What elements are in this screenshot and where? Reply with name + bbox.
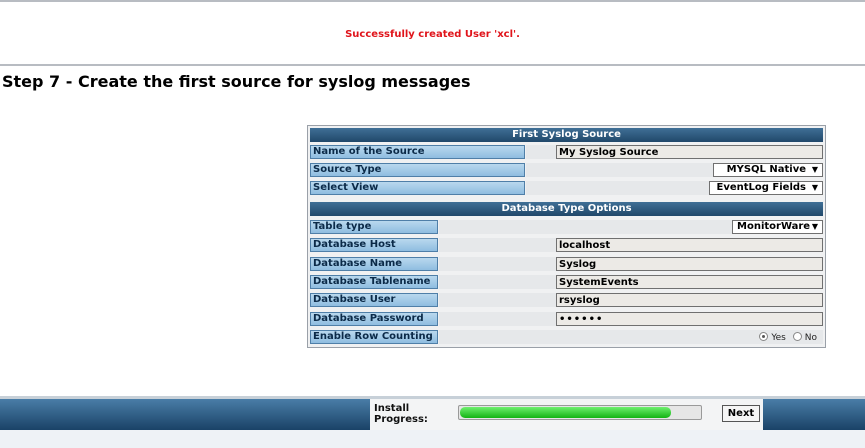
step-title: Step 7 - Create the first source for sys… (2, 72, 471, 91)
progress-track (458, 405, 702, 420)
source-name-input[interactable] (556, 145, 823, 159)
success-message: Successfully created User 'xcl'. (345, 29, 520, 40)
db-name-label: Database Name (310, 257, 438, 271)
chevron-down-icon: ▼ (811, 183, 818, 192)
progress-label-line1: Install (374, 403, 410, 414)
progress-label-line2: Progress: (374, 414, 428, 425)
table-type-select[interactable]: MonitorWare ▼ (732, 220, 823, 234)
db-user-input[interactable] (556, 293, 823, 307)
next-button[interactable]: Next (722, 405, 760, 422)
chevron-down-icon: ▼ (811, 222, 818, 231)
source-name-label: Name of the Source (310, 145, 525, 159)
progress-label: Install Progress: (374, 403, 428, 425)
bottom-strip (0, 430, 865, 448)
table-type-label: Table type (310, 220, 438, 234)
db-password-input[interactable] (556, 312, 823, 326)
row-counting-label: Enable Row Counting (310, 330, 438, 344)
db-name-input[interactable] (556, 257, 823, 271)
row-counting-options: Yes No (759, 332, 821, 343)
source-type-label: Source Type (310, 163, 525, 177)
select-view-label: Select View (310, 181, 525, 195)
message-band: Successfully created User 'xcl'. (0, 2, 865, 64)
radio-no-label: No (804, 333, 817, 343)
select-view-select[interactable]: EventLog Fields ▼ (709, 181, 823, 195)
table-type-value: MonitorWare (737, 221, 811, 232)
db-host-label: Database Host (310, 238, 438, 252)
source-form: First Syslog Source Name of the Source S… (307, 125, 826, 348)
progress-fill (460, 407, 671, 418)
first-source-header: First Syslog Source (310, 128, 823, 142)
db-password-label: Database Password (310, 312, 438, 326)
db-tablename-label: Database Tablename (310, 275, 438, 289)
source-type-select[interactable]: MYSQL Native ▼ (713, 163, 823, 177)
radio-yes-icon[interactable] (759, 332, 769, 341)
db-tablename-input[interactable] (556, 275, 823, 289)
select-view-value: EventLog Fields (716, 182, 807, 193)
radio-yes-label: Yes (771, 333, 786, 343)
db-options-header: Database Type Options (310, 202, 823, 216)
db-user-label: Database User (310, 293, 438, 307)
radio-no-icon[interactable] (792, 332, 802, 341)
progress-panel: Install Progress: Next (370, 399, 763, 430)
chevron-down-icon: ▼ (811, 165, 818, 174)
db-host-input[interactable] (556, 238, 823, 252)
source-type-value: MYSQL Native (726, 164, 806, 175)
